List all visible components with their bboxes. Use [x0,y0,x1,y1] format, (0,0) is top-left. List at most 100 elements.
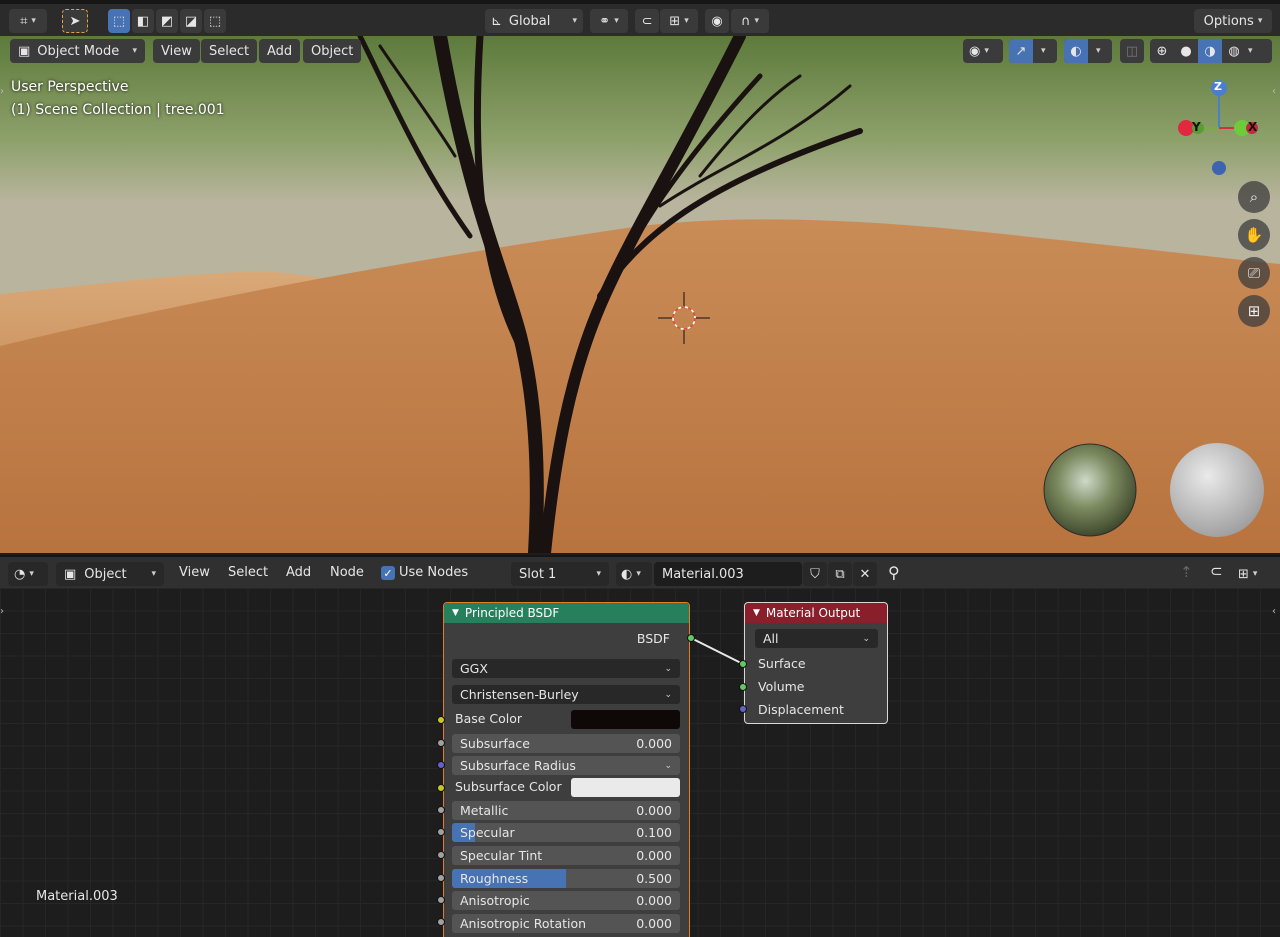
snap-mode-dropdown[interactable]: ⊞ ▾ [1232,562,1272,586]
object-mode-icon: ▣ [18,43,31,59]
proportional-edit-toggle[interactable]: ◉ [705,9,729,33]
pin-icon[interactable]: ⚲ [888,563,900,582]
unlink-material-button[interactable]: ✕ [853,562,877,586]
principled-bsdf-node[interactable]: ▼ Principled BSDF BSDF GGX ⌄ Christensen… [443,602,690,937]
solid-shading-icon[interactable]: ● [1174,44,1198,59]
3d-viewport[interactable]: Z Y X ▣ Object Mode ▾ View Select Add Ob… [0,36,1280,553]
node-menu-node[interactable]: Node [330,565,364,580]
snap-target-dropdown[interactable]: ⊞ ▾ [660,9,698,33]
object-mode-dropdown[interactable]: ▣ Object Mode ▾ [10,39,145,63]
base-color-swatch[interactable] [571,710,680,729]
use-nodes-checkbox[interactable]: ✓ [381,566,395,580]
material-name-field[interactable]: Material.003 [654,562,802,586]
gizmo-x-label[interactable]: X [1248,120,1257,134]
material-preview-shading-icon[interactable]: ◑ [1198,39,1222,63]
visibility-dropdown[interactable]: ◉ ▾ [963,39,1003,63]
proportional-falloff-dropdown[interactable]: ∩ ▾ [731,9,769,33]
fake-user-button[interactable]: ⛉ [803,562,827,586]
parent-node-tree-icon[interactable]: ⇡ [1180,563,1193,581]
gizmo-y-label[interactable]: Y [1192,120,1201,134]
use-nodes-label[interactable]: Use Nodes [399,565,468,580]
gizmo-z-label[interactable]: Z [1214,80,1222,93]
select-mode-intersect-button[interactable]: ⬚ [204,9,226,33]
bsdf-output-socket[interactable] [687,634,695,642]
subsurface-radius-socket[interactable] [437,761,445,769]
anisotropic-rotation-socket[interactable] [437,918,445,926]
node-menu-add[interactable]: Add [286,565,311,580]
subsurface-radius-dropdown[interactable]: Subsurface Radius ⌄ [452,756,680,775]
metallic-field[interactable]: Metallic 0.000 [452,801,680,820]
pivot-icon: ⚭ [599,13,611,29]
specular-field[interactable]: Specular 0.100 [452,823,680,842]
surface-input-socket[interactable] [739,660,747,668]
rendered-shading-icon[interactable]: ◍ [1222,44,1246,59]
wireframe-shading-icon[interactable]: ⊕ [1150,44,1174,59]
snap-magnet-icon[interactable]: ⊂ [1210,562,1223,580]
shader-type-dropdown[interactable]: ▣ Object ▾ [56,562,164,586]
right-panel-expand-icon[interactable]: ‹ [1272,86,1276,97]
gizmo-arrow-icon[interactable]: ↗ [1009,39,1033,63]
viewport-menu-view[interactable]: View [153,39,200,63]
select-mode-extend-button[interactable]: ◧ [132,9,154,33]
displacement-input-socket[interactable] [739,705,747,713]
viewport-menu-select[interactable]: Select [201,39,258,63]
node-header[interactable]: ▼ Principled BSDF [444,603,689,623]
camera-view-icon[interactable]: ⎚ [1238,257,1270,289]
overlays-icon[interactable]: ◐ [1064,39,1088,63]
left-panel-expand-icon[interactable]: › [0,86,4,97]
node-menu-view[interactable]: View [179,565,210,580]
snap-toggle-button[interactable]: ⊂ [635,9,659,33]
select-tool-button[interactable]: ➤ [62,9,88,33]
specular-tint-field[interactable]: Specular Tint 0.000 [452,846,680,865]
metallic-socket[interactable] [437,806,445,814]
roughness-field[interactable]: Roughness 0.500 [452,869,680,888]
zoom-icon[interactable]: ⌕ [1238,181,1270,213]
shading-mode-group[interactable]: ⊕ ● ◑ ◍ ▾ [1150,39,1272,63]
specular-socket[interactable] [437,828,445,836]
object-type-icon: ▣ [64,566,77,582]
node-menu-select[interactable]: Select [228,565,268,580]
volume-input-socket[interactable] [739,683,747,691]
editor-type-button[interactable]: ⌗ ▾ [9,9,47,33]
subsurface-socket[interactable] [437,739,445,747]
subsurface-color-swatch[interactable] [571,778,680,797]
menu-label: Select [209,43,250,59]
pivot-point-dropdown[interactable]: ⚭ ▾ [590,9,628,33]
transform-orientation-dropdown[interactable]: ⊾ Global ▾ [485,9,583,33]
field-label: Anisotropic Rotation [460,916,587,931]
editor-type-button[interactable]: ◔ ▾ [8,562,48,586]
options-dropdown[interactable]: Options ▾ [1194,9,1272,33]
overlays-toggle-group[interactable]: ◐ ▾ [1064,39,1112,63]
material-slot-dropdown[interactable]: Slot 1 ▾ [511,562,609,586]
subsurface-method-dropdown[interactable]: Christensen-Burley ⌄ [452,685,680,704]
distribution-dropdown[interactable]: GGX ⌄ [452,659,680,678]
duplicate-material-button[interactable]: ⧉ [828,562,852,586]
field-value: 0.000 [636,848,672,863]
output-target-dropdown[interactable]: All ⌄ [755,629,878,648]
subsurface-color-socket[interactable] [437,784,445,792]
perspective-toggle-icon[interactable]: ⊞ [1238,295,1270,327]
material-output-node[interactable]: ▼ Material Output All ⌄ Surface Volume D… [744,602,888,724]
base-color-socket[interactable] [437,716,445,724]
material-browse-button[interactable]: ◐ ▾ [616,562,652,586]
node-canvas[interactable]: › ‹ ▼ Principled BSDF BSDF GGX ⌄ Christe… [0,588,1280,937]
select-mode-subtract-button[interactable]: ◩ [156,9,178,33]
node-header[interactable]: ▼ Material Output [745,603,887,623]
collapse-triangle-icon[interactable]: ▼ [452,608,459,618]
select-mode-new-button[interactable]: ⬚ [108,9,130,33]
anisotropic-socket[interactable] [437,896,445,904]
chevron-down-icon: ▾ [984,46,989,56]
subsurface-field[interactable]: Subsurface 0.000 [452,734,680,753]
pan-hand-icon[interactable]: ✋ [1238,219,1270,251]
specular-tint-socket[interactable] [437,851,445,859]
collapse-triangle-icon[interactable]: ▼ [753,608,760,618]
anisotropic-field[interactable]: Anisotropic 0.000 [452,891,680,910]
shader-editor-icon: ◔ [14,566,26,582]
anisotropic-rotation-field[interactable]: Anisotropic Rotation 0.000 [452,914,680,933]
viewport-menu-add[interactable]: Add [259,39,301,63]
viewport-menu-object[interactable]: Object [303,39,362,63]
xray-toggle-button[interactable]: ◫ [1120,39,1144,63]
select-mode-difference-button[interactable]: ◪ [180,9,202,33]
gizmo-toggle-group[interactable]: ↗ ▾ [1009,39,1057,63]
roughness-socket[interactable] [437,874,445,882]
